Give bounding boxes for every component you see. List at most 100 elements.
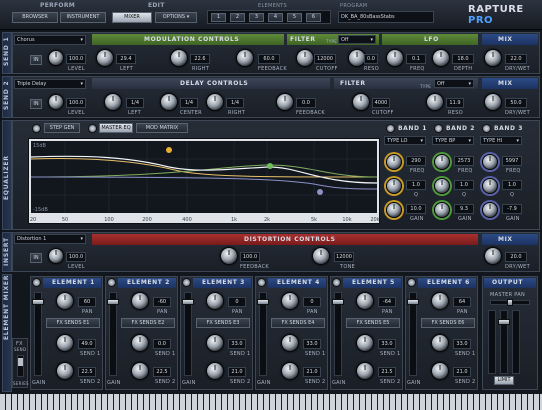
send2-filter-type-select[interactable]: Off ▾: [434, 79, 474, 88]
element2-gain-fader[interactable]: [107, 292, 119, 376]
element3-send1-knob[interactable]: [206, 334, 224, 352]
element-select-button-2[interactable]: 2: [230, 13, 245, 22]
step-gen-tab[interactable]: STEP GEN: [44, 123, 80, 133]
output-level-fader[interactable]: [498, 310, 510, 374]
element6-send2-knob[interactable]: [431, 362, 449, 380]
band3-type-select[interactable]: TYPE HI ▾: [480, 136, 522, 145]
send1-fx-select[interactable]: Chorus ▾: [14, 35, 86, 45]
send1-filter-type-select[interactable]: Off ▾: [338, 35, 376, 44]
send1-in-button[interactable]: IN: [30, 55, 42, 65]
band2-power-icon[interactable]: [434, 124, 443, 133]
master-pan-slider[interactable]: [490, 299, 530, 306]
send2-in-button[interactable]: IN: [30, 99, 42, 109]
eq-graph[interactable]: 15dB -15dB 20 50 100 200 400 1k 2k 5k 10…: [28, 138, 380, 224]
eq-band3-handle[interactable]: [317, 189, 323, 195]
band1-q-knob[interactable]: [386, 178, 402, 194]
element5-power-icon[interactable]: [332, 278, 341, 287]
send2-right-knob[interactable]: [206, 93, 224, 111]
insert-in-button[interactable]: IN: [30, 253, 42, 263]
element5-fx-sends-button[interactable]: FX SENDS E5: [346, 318, 400, 328]
element-select-button-1[interactable]: 1: [211, 13, 226, 22]
fx-send-series-toggle[interactable]: FX SEND SERIES: [12, 338, 29, 388]
send2-reso-knob[interactable]: [426, 93, 444, 111]
send2-left-knob[interactable]: [104, 93, 122, 111]
band2-type-select[interactable]: TYPE BP ▾: [432, 136, 474, 145]
band3-gain-knob[interactable]: [482, 202, 498, 218]
element-select-button-5[interactable]: 5: [287, 13, 302, 22]
insert-fx-select[interactable]: Distortion 1 ▾: [14, 234, 86, 244]
send1-drywet-knob[interactable]: [484, 49, 502, 67]
element1-power-icon[interactable]: [32, 278, 41, 287]
element-select-button-4[interactable]: 4: [268, 13, 283, 22]
element4-pan-knob[interactable]: [281, 292, 299, 310]
send2-drywet-knob[interactable]: [484, 93, 502, 111]
insert-tone-knob[interactable]: [312, 247, 330, 265]
element5-pan-knob[interactable]: [356, 292, 374, 310]
element2-send1-knob[interactable]: [131, 334, 149, 352]
band2-freq-knob[interactable]: [434, 154, 450, 170]
send1-freq-knob[interactable]: [386, 49, 404, 67]
band1-gain-knob[interactable]: [386, 202, 402, 218]
mixer-button[interactable]: MIXER: [112, 12, 152, 23]
element3-power-icon[interactable]: [182, 278, 191, 287]
element3-send2-knob[interactable]: [206, 362, 224, 380]
eq-power-icon[interactable]: [32, 124, 41, 133]
element1-fx-sends-button[interactable]: FX SENDS E1: [46, 318, 100, 328]
element6-fx-sends-button[interactable]: FX SENDS E6: [421, 318, 475, 328]
insert-feedback-knob[interactable]: [220, 247, 238, 265]
master-eq-power-icon[interactable]: [88, 124, 97, 133]
send2-fx-select[interactable]: Triple Delay ▾: [14, 79, 86, 89]
element6-gain-fader[interactable]: [407, 292, 419, 376]
bottom-keyboard-strip[interactable]: [0, 394, 542, 410]
element4-send1-knob[interactable]: [281, 334, 299, 352]
element6-power-icon[interactable]: [407, 278, 416, 287]
element6-send1-knob[interactable]: [431, 334, 449, 352]
send1-feedback-knob[interactable]: [236, 49, 254, 67]
send1-left-knob[interactable]: [96, 49, 114, 67]
element1-send1-knob[interactable]: [56, 334, 74, 352]
element4-send2-knob[interactable]: [281, 362, 299, 380]
element3-gain-fader[interactable]: [182, 292, 194, 376]
element-select-button-3[interactable]: 3: [249, 13, 264, 22]
eq-band2-handle[interactable]: [267, 163, 273, 169]
program-name-field[interactable]: DK_BA_80sBassStabs: [338, 11, 434, 23]
element2-send2-knob[interactable]: [131, 362, 149, 380]
element3-pan-knob[interactable]: [206, 292, 224, 310]
insert-level-knob[interactable]: [48, 248, 64, 264]
band2-q-knob[interactable]: [434, 178, 450, 194]
send1-level-knob[interactable]: [48, 50, 64, 66]
element3-fx-sends-button[interactable]: FX SENDS E3: [196, 318, 250, 328]
band3-q-knob[interactable]: [482, 178, 498, 194]
limit-button[interactable]: LIMIT: [494, 376, 514, 385]
band1-type-select[interactable]: TYPE LO ▾: [384, 136, 426, 145]
element2-fx-sends-button[interactable]: FX SENDS E2: [121, 318, 175, 328]
options-button[interactable]: OPTIONS ▾: [155, 12, 197, 23]
series-switch[interactable]: [17, 355, 24, 377]
element5-send1-knob[interactable]: [356, 334, 374, 352]
send1-cutoff-knob[interactable]: [296, 49, 314, 67]
band2-gain-knob[interactable]: [434, 202, 450, 218]
send1-depth-knob[interactable]: [432, 49, 450, 67]
element6-pan-knob[interactable]: [431, 292, 449, 310]
send2-cutoff-knob[interactable]: [352, 93, 370, 111]
band3-freq-knob[interactable]: [482, 154, 498, 170]
band3-power-icon[interactable]: [482, 124, 491, 133]
insert-drywet-knob[interactable]: [484, 247, 502, 265]
element2-pan-knob[interactable]: [131, 292, 149, 310]
send2-level-knob[interactable]: [48, 94, 64, 110]
master-eq-tab[interactable]: MASTER EQ: [99, 123, 133, 133]
element1-send2-knob[interactable]: [56, 362, 74, 380]
send2-center-knob[interactable]: [160, 93, 178, 111]
browser-button[interactable]: BROWSER: [12, 12, 58, 23]
mod-matrix-tab[interactable]: MOD MATRIX: [136, 123, 188, 133]
element4-gain-fader[interactable]: [257, 292, 269, 376]
band1-freq-knob[interactable]: [386, 154, 402, 170]
send2-feedback-knob[interactable]: [276, 93, 294, 111]
band1-power-icon[interactable]: [386, 124, 395, 133]
element2-power-icon[interactable]: [107, 278, 116, 287]
element1-gain-fader[interactable]: [32, 292, 44, 376]
send1-right-knob[interactable]: [170, 49, 188, 67]
element4-fx-sends-button[interactable]: FX SENDS E4: [271, 318, 325, 328]
element4-power-icon[interactable]: [257, 278, 266, 287]
element1-pan-knob[interactable]: [56, 292, 74, 310]
